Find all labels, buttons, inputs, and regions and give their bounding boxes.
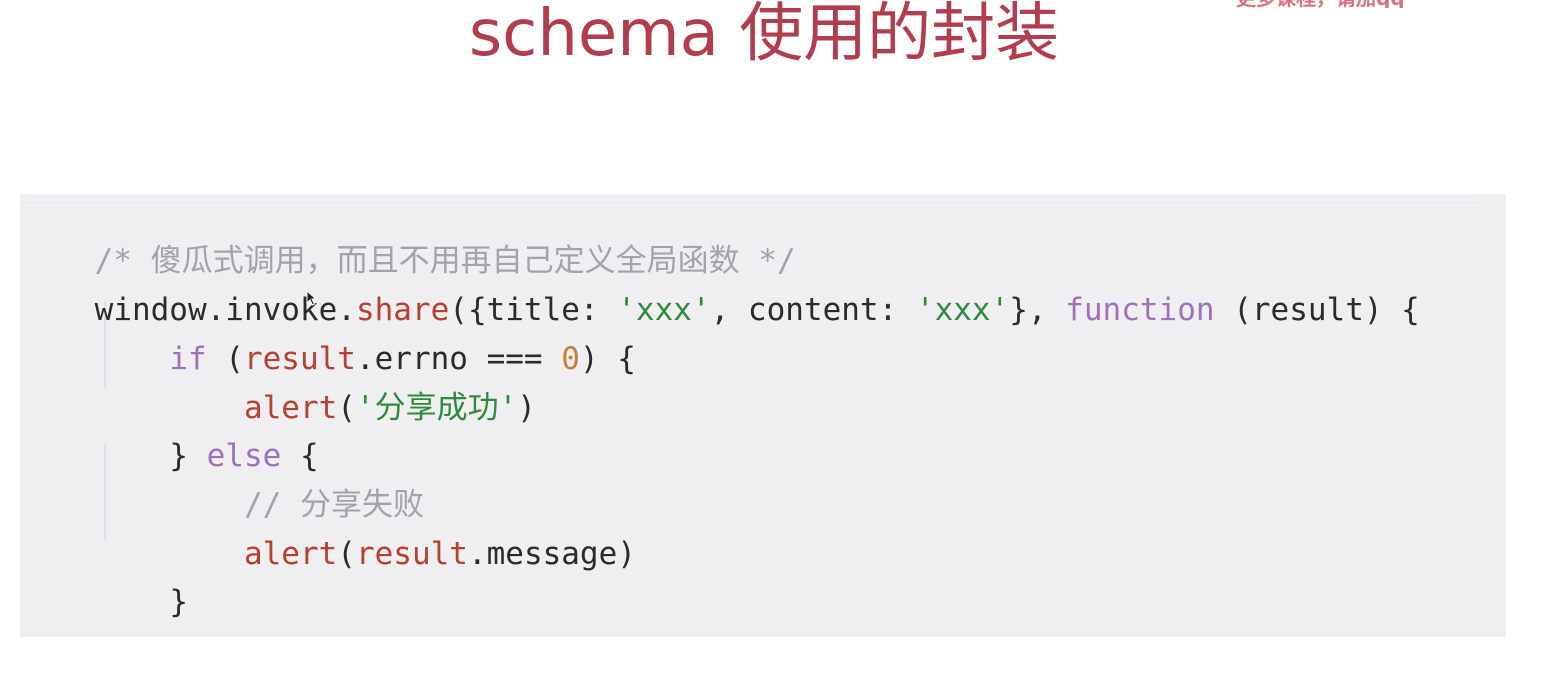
code-variable: result bbox=[355, 536, 468, 572]
code-block: /* 傻瓜式调用，而且不用再自己定义全局函数 */ window.invoke.… bbox=[20, 194, 1506, 637]
code-function-call: alert bbox=[243, 536, 338, 572]
code-line-4: alert('分享成功') bbox=[20, 348, 536, 426]
corner-watermark: 更多课程，请加qq bbox=[1236, 0, 1568, 8]
code-args-close: }, bbox=[1009, 292, 1066, 328]
slide-title: schema 使用的封装 bbox=[468, 0, 1060, 71]
code-string: '分享成功' bbox=[355, 390, 518, 426]
code-brace: } bbox=[169, 584, 188, 620]
code-line-5: } else { bbox=[20, 396, 318, 474]
code-line-9: }) bbox=[20, 591, 132, 637]
code-line-1: /* 傻瓜式调用，而且不用再自己定义全局函数 */ bbox=[20, 201, 796, 279]
mouse-cursor-icon bbox=[306, 290, 318, 306]
code-line-3: if (result.errno === 0) { bbox=[20, 299, 636, 377]
code-line-2: window.invoke.share({title: 'xxx', conte… bbox=[20, 250, 1420, 328]
code-number: 0 bbox=[561, 341, 580, 377]
code-paren: ( bbox=[337, 390, 356, 426]
code-property: .message) bbox=[467, 536, 636, 572]
code-line-8: } bbox=[20, 542, 188, 620]
code-string: 'xxx' bbox=[915, 292, 1010, 328]
code-args-mid: , content: bbox=[710, 292, 916, 328]
code-line-7: alert(result.message) bbox=[20, 494, 636, 572]
code-brace: }) bbox=[95, 633, 132, 637]
code-keyword: function bbox=[1065, 292, 1215, 328]
code-paren: ) bbox=[517, 390, 536, 426]
code-line-6: // 分享失败 bbox=[20, 445, 424, 523]
code-callback-sig: (result) { bbox=[1214, 292, 1420, 328]
code-paren: ( bbox=[337, 536, 356, 572]
code-brace: ) { bbox=[579, 341, 636, 377]
